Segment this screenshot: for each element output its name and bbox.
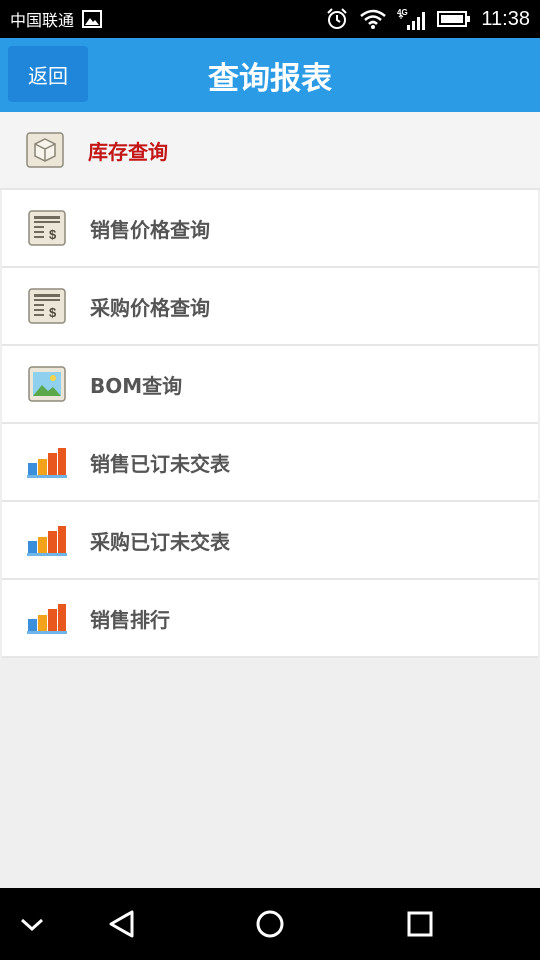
menu-item-sales-price-query[interactable]: $ 销售价格查询 bbox=[2, 190, 538, 268]
app-header: 返回 查询报表 bbox=[0, 38, 540, 112]
circle-home-icon bbox=[256, 910, 284, 938]
menu-item-inventory-query[interactable]: 库存查询 bbox=[0, 112, 540, 190]
report-menu-list: 库存查询 $ 销售价格查询 $ 采购价格查询 BOM查询 销售已订未交表 采购已… bbox=[0, 112, 540, 658]
carrier-name: 中国联通 bbox=[10, 11, 75, 30]
menu-item-label: 销售已订未交表 bbox=[90, 451, 230, 476]
cellular-signal-icon: 4G bbox=[397, 7, 427, 31]
square-recents-icon bbox=[407, 911, 433, 937]
collapse-nav-button[interactable] bbox=[12, 904, 52, 944]
nav-back-button[interactable] bbox=[102, 904, 142, 944]
menu-item-label: 销售排行 bbox=[90, 607, 170, 632]
menu-item-sales-ranking[interactable]: 销售排行 bbox=[2, 580, 538, 658]
nav-home-button[interactable] bbox=[250, 904, 290, 944]
bar-chart-icon bbox=[26, 598, 68, 638]
price-sheet-icon: $ bbox=[26, 286, 68, 326]
bar-chart-icon bbox=[26, 442, 68, 482]
status-bar: 中国联通 4G 11:38 bbox=[0, 0, 540, 38]
menu-item-label: 采购价格查询 bbox=[90, 295, 210, 320]
status-time: 11:38 bbox=[481, 7, 530, 30]
back-button[interactable]: 返回 bbox=[8, 46, 88, 102]
menu-item-label: 采购已订未交表 bbox=[90, 529, 230, 554]
menu-item-purchase-price-query[interactable]: $ 采购价格查询 bbox=[2, 268, 538, 346]
menu-item-purchase-unfilled-orders[interactable]: 采购已订未交表 bbox=[2, 502, 538, 580]
svg-text:$: $ bbox=[49, 305, 57, 320]
gallery-notification-icon bbox=[82, 10, 103, 28]
alarm-icon bbox=[325, 7, 349, 31]
menu-item-sales-unfilled-orders[interactable]: 销售已订未交表 bbox=[2, 424, 538, 502]
box-icon bbox=[24, 130, 66, 170]
picture-icon bbox=[26, 364, 68, 404]
nav-recents-button[interactable] bbox=[400, 904, 440, 944]
triangle-back-icon bbox=[109, 910, 134, 938]
menu-item-bom-query[interactable]: BOM查询 bbox=[2, 346, 538, 424]
chevron-down-icon bbox=[20, 918, 44, 932]
svg-text:$: $ bbox=[49, 227, 57, 242]
wifi-icon bbox=[359, 8, 387, 30]
battery-icon bbox=[437, 10, 471, 28]
menu-item-label: 库存查询 bbox=[88, 139, 168, 164]
bar-chart-icon bbox=[26, 520, 68, 560]
price-sheet-icon: $ bbox=[26, 208, 68, 248]
menu-item-label: BOM查询 bbox=[90, 373, 183, 398]
menu-item-label: 销售价格查询 bbox=[90, 217, 210, 242]
system-navigation-bar bbox=[0, 888, 540, 960]
